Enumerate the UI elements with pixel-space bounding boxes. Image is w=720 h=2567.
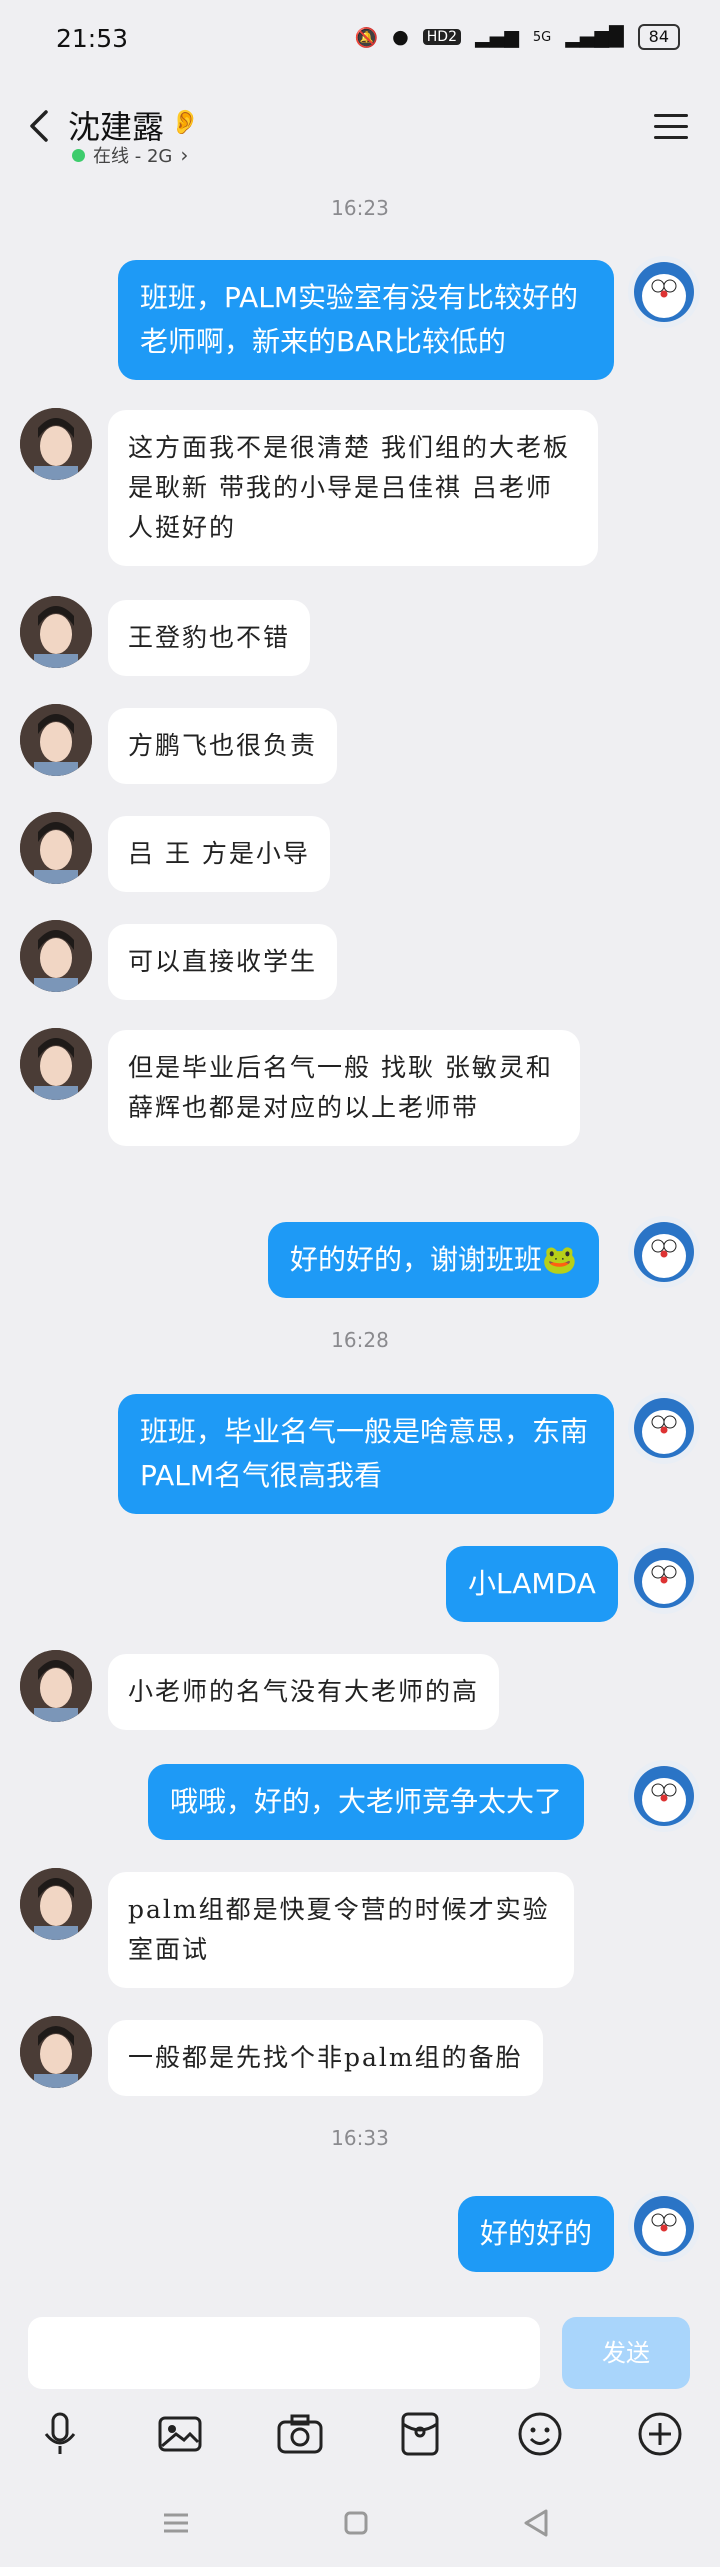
timestamp: 16:23 [331,196,389,220]
presence-status[interactable]: 在线 - 2G › [72,142,188,168]
message-bubble-outgoing[interactable]: 小LAMDA [446,1546,618,1622]
composer: 发送 [0,2305,720,2415]
hd-badge: HD2 [422,29,461,45]
message-bubble-outgoing[interactable]: 好的好的，谢谢班班🐸 [268,1222,599,1298]
contact-avatar[interactable] [20,812,92,884]
composer-toolbar [0,2400,720,2470]
clock: 21:53 [56,24,129,53]
message-bubble-incoming[interactable]: 方鹏飞也很负责 [108,708,338,784]
message-bubble-incoming[interactable]: 但是毕业后名气一般 找耿 张敏灵和薛辉也都是对应的以上老师带 [108,1030,580,1146]
message-bubble-incoming[interactable]: 吕 王 方是小导 [108,816,330,892]
contact-avatar[interactable] [20,704,92,776]
timestamp: 16:28 [331,1328,389,1352]
battery-icon: 84 [637,24,680,50]
red-packet-icon[interactable] [394,2408,446,2460]
plus-icon[interactable] [634,2408,686,2460]
message-bubble-incoming[interactable]: 这方面我不是很清楚 我们组的大老板是耿新 带我的小导是吕佳祺 吕老师人挺好的 [108,410,598,566]
menu-icon[interactable] [654,114,688,140]
presence-text: 在线 - 2G [93,146,173,167]
online-dot-icon [72,148,85,162]
signal-icon: ▂▄▆ [474,26,519,48]
signal-strength-icon: ▂▄▆█ [565,26,624,48]
contact-avatar[interactable] [20,1650,92,1722]
message-bubble-incoming[interactable]: 小老师的名气没有大老师的高 [108,1654,500,1730]
my-avatar[interactable] [628,256,700,328]
message-input[interactable] [28,2317,540,2389]
contact-avatar[interactable] [20,596,92,668]
my-avatar[interactable] [628,1216,700,1288]
my-avatar[interactable] [628,2190,700,2262]
home-nav-icon[interactable] [338,2505,374,2541]
location-icon: ● [392,26,409,48]
message-bubble-incoming[interactable]: palm组都是快夏令营的时候才实验室面试 [108,1872,574,1988]
menu-nav-icon[interactable] [158,2505,194,2541]
message-bubble-incoming[interactable]: 可以直接收学生 [108,924,338,1000]
contact-avatar[interactable] [20,920,92,992]
image-icon[interactable] [154,2408,206,2460]
chat-header: 沈建露 👂 在线 - 2G › [0,80,720,188]
chevron-right-icon: › [180,143,189,167]
message-bubble-incoming[interactable]: 一般都是先找个非palm组的备胎 [108,2020,543,2096]
my-avatar[interactable] [628,1542,700,1614]
timestamp: 16:33 [331,2126,389,2150]
mute-icon: 🔕 [354,26,379,49]
message-bubble-outgoing[interactable]: 班班，PALM实验室有没有比较好的老师啊，新来的BAR比较低的 [118,260,614,380]
network-label: 5G [532,29,552,45]
contact-avatar[interactable] [20,408,92,480]
contact-avatar[interactable] [20,1028,92,1100]
contact-avatar[interactable] [20,1868,92,1940]
back-arrow-icon[interactable] [24,106,58,146]
send-button[interactable]: 发送 [562,2317,690,2389]
emoji-icon[interactable] [514,2408,566,2460]
ear-icon[interactable]: 👂 [170,108,200,136]
message-bubble-incoming[interactable]: 王登豹也不错 [108,600,311,676]
message-bubble-outgoing[interactable]: 好的好的 [458,2196,615,2272]
my-avatar[interactable] [628,1392,700,1464]
message-bubble-outgoing[interactable]: 班班，毕业名气一般是啥意思，东南PALM名气很高我看 [118,1394,614,1514]
message-bubble-outgoing[interactable]: 哦哦，好的，大老师竞争太大了 [148,1764,585,1840]
mic-icon[interactable] [34,2408,86,2460]
status-bar: 21:53 🔕 ● HD2 ▂▄▆ 5G ▂▄▆█ 84 [0,0,720,80]
contact-avatar[interactable] [20,2016,92,2088]
back-nav-icon[interactable] [518,2505,554,2541]
system-nav-bar [0,2487,720,2557]
camera-icon[interactable] [274,2408,326,2460]
my-avatar[interactable] [628,1760,700,1832]
